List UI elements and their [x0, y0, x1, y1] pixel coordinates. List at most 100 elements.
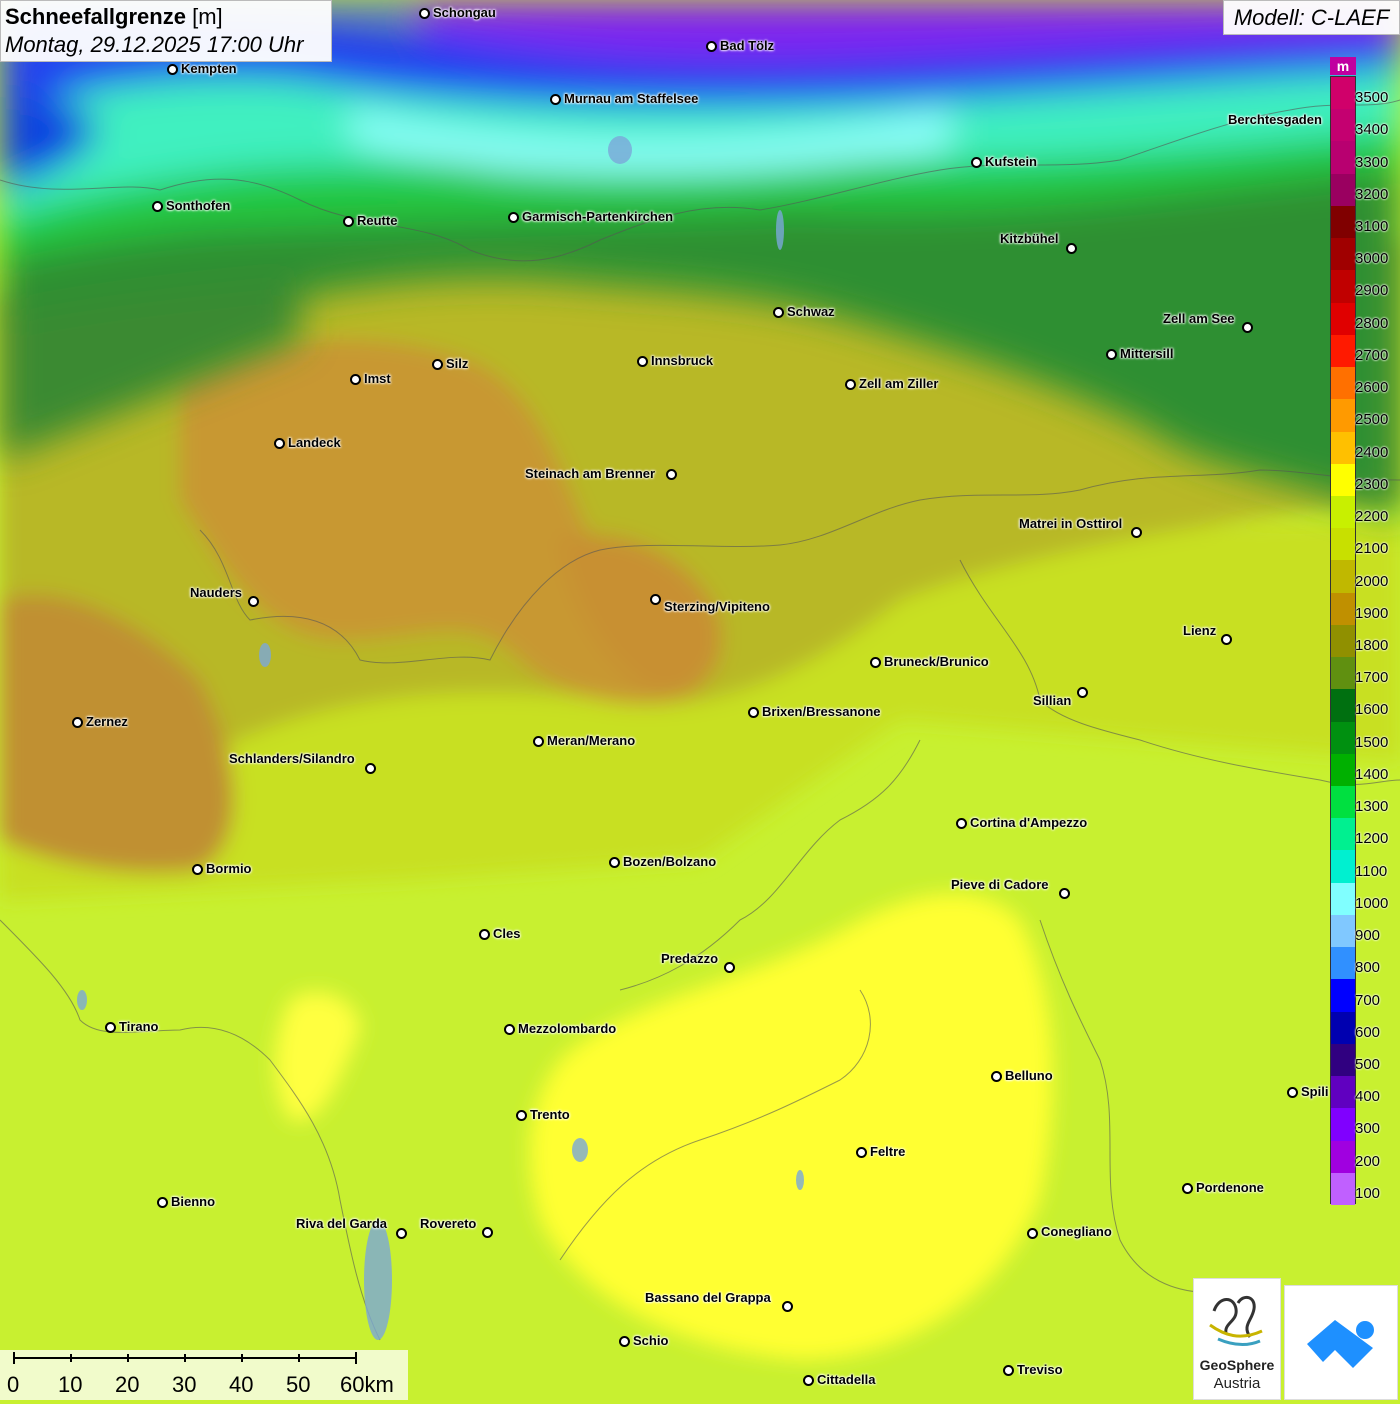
city-marker-icon[interactable]: [619, 1336, 630, 1347]
city-marker-icon[interactable]: [105, 1022, 116, 1033]
legend-label: 2700: [1355, 346, 1389, 364]
city-marker-icon[interactable]: [1077, 687, 1088, 698]
legend-swatch: [1331, 495, 1355, 529]
model-label: Modell: C-LAEF: [1223, 0, 1400, 35]
legend-label: 1400: [1355, 765, 1389, 783]
legend-label: 200: [1355, 1152, 1381, 1170]
city-label: Landeck: [288, 435, 341, 450]
city-marker-icon[interactable]: [1027, 1228, 1038, 1239]
city-marker-icon[interactable]: [1242, 322, 1253, 333]
city-marker-icon[interactable]: [782, 1301, 793, 1312]
legend-swatch: [1331, 1076, 1355, 1109]
geosphere-name: GeoSphere: [1199, 1357, 1275, 1373]
legend-unit: m: [1330, 57, 1356, 75]
city-marker-icon[interactable]: [432, 359, 443, 370]
city-marker-icon[interactable]: [248, 596, 259, 607]
city-marker-icon[interactable]: [504, 1024, 515, 1035]
city-marker-icon[interactable]: [419, 8, 430, 19]
city-marker-icon[interactable]: [516, 1110, 527, 1121]
city-marker-icon[interactable]: [1131, 527, 1142, 538]
legend-swatch: [1331, 205, 1355, 239]
city-marker-icon[interactable]: [167, 64, 178, 75]
city-marker-icon[interactable]: [1003, 1365, 1014, 1376]
city-marker-icon[interactable]: [508, 212, 519, 223]
city-marker-icon[interactable]: [1066, 243, 1077, 254]
city-label: Brixen/Bressanone: [762, 704, 881, 719]
city-label: Bruneck/Brunico: [884, 654, 989, 669]
legend-label: 100: [1355, 1184, 1381, 1202]
city-marker-icon[interactable]: [845, 379, 856, 390]
legend-swatch: [1331, 238, 1355, 271]
city-marker-icon[interactable]: [1182, 1183, 1193, 1194]
legend-label: 3500: [1355, 89, 1389, 107]
city-label: Murnau am Staffelsee: [564, 91, 699, 106]
city-label: Berchtesgaden: [1228, 112, 1322, 127]
city-marker-icon[interactable]: [724, 962, 735, 973]
city-marker-icon[interactable]: [1106, 349, 1117, 360]
city-marker-icon[interactable]: [706, 41, 717, 52]
legend-swatch: [1331, 657, 1355, 690]
city-marker-icon[interactable]: [350, 374, 361, 385]
city-marker-icon[interactable]: [803, 1375, 814, 1386]
city-label: Steinach am Brenner: [525, 466, 656, 481]
scale-label: 10: [58, 1372, 83, 1397]
city-label: Treviso: [1017, 1362, 1063, 1377]
city-marker-icon[interactable]: [192, 864, 203, 875]
legend-swatch: [1331, 689, 1355, 723]
city-marker-icon[interactable]: [1059, 888, 1070, 899]
city-label: Zell am Ziller: [859, 376, 939, 391]
legend-label: 1300: [1355, 798, 1389, 816]
legend-swatch: [1331, 624, 1355, 658]
scale-label: 50: [286, 1372, 311, 1397]
city-marker-icon[interactable]: [650, 594, 661, 605]
city-label: Sillian: [1033, 693, 1072, 708]
app-logo[interactable]: [1284, 1285, 1398, 1400]
city-marker-icon[interactable]: [72, 717, 83, 728]
city-label: Lienz: [1183, 623, 1217, 638]
legend-label: 900: [1355, 927, 1381, 945]
legend-swatch: [1331, 592, 1355, 626]
legend-label: 1000: [1355, 894, 1389, 912]
legend-swatch: [1331, 399, 1355, 432]
city-marker-icon[interactable]: [773, 307, 784, 318]
city-label: Mittersill: [1120, 346, 1174, 361]
city-marker-icon[interactable]: [856, 1147, 867, 1158]
legend-swatch: [1331, 528, 1355, 561]
city-marker-icon[interactable]: [152, 201, 163, 212]
city-label: Pordenone: [1196, 1180, 1264, 1195]
map-title: Schneefallgrenze: [5, 4, 186, 29]
legend-swatch: [1331, 753, 1355, 787]
legend-swatch: [1331, 77, 1355, 110]
city-marker-icon[interactable]: [971, 157, 982, 168]
city-marker-icon[interactable]: [479, 929, 490, 940]
legend-label: 3300: [1355, 153, 1389, 171]
legend-label: 2900: [1355, 282, 1389, 300]
city-marker-icon[interactable]: [343, 216, 354, 227]
city-marker-icon[interactable]: [157, 1197, 168, 1208]
city-marker-icon[interactable]: [1221, 634, 1232, 645]
city-marker-icon[interactable]: [365, 763, 376, 774]
city-marker-icon[interactable]: [609, 857, 620, 868]
city-marker-icon[interactable]: [482, 1227, 493, 1238]
city-marker-icon[interactable]: [550, 94, 561, 105]
city-marker-icon[interactable]: [956, 818, 967, 829]
city-marker-icon[interactable]: [1287, 1087, 1298, 1098]
city-marker-icon[interactable]: [533, 736, 544, 747]
city-label: Sterzing/Vipiteno: [664, 599, 770, 614]
city-marker-icon[interactable]: [991, 1071, 1002, 1082]
legend-swatch: [1331, 882, 1355, 916]
city-marker-icon[interactable]: [396, 1228, 407, 1239]
geosphere-logo[interactable]: GeoSphere Austria: [1193, 1278, 1281, 1400]
legend-label: 2500: [1355, 411, 1389, 429]
city-marker-icon[interactable]: [637, 356, 648, 367]
forecast-datetime: Montag, 29.12.2025 17:00 Uhr: [5, 32, 304, 57]
city-label: Cles: [493, 926, 521, 941]
city-label: Riva del Garda: [296, 1216, 388, 1231]
legend-label: 3200: [1355, 185, 1389, 203]
city-label: Pieve di Cadore: [951, 877, 1049, 892]
city-marker-icon[interactable]: [748, 707, 759, 718]
city-marker-icon[interactable]: [274, 438, 285, 449]
city-marker-icon[interactable]: [870, 657, 881, 668]
legend-swatch: [1331, 1140, 1355, 1174]
city-marker-icon[interactable]: [666, 469, 677, 480]
